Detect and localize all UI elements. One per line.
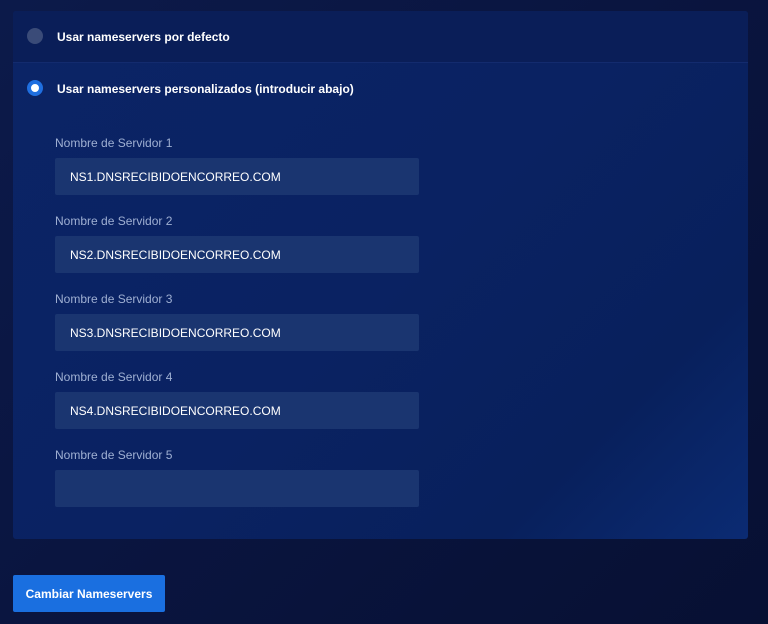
radio-custom-nameservers[interactable] [27, 80, 43, 96]
nameserver-panel: Usar nameservers por defecto Usar namese… [13, 11, 748, 539]
radio-default-nameservers[interactable] [27, 28, 43, 44]
nameserver-2-input[interactable] [55, 236, 419, 273]
option-custom-label: Usar nameservers personalizados (introdu… [57, 82, 354, 96]
nameserver-1-input[interactable] [55, 158, 419, 195]
option-default-label: Usar nameservers por defecto [57, 30, 230, 44]
nameserver-3-label: Nombre de Servidor 3 [55, 292, 173, 306]
nameserver-3-input[interactable] [55, 314, 419, 351]
nameserver-2-label: Nombre de Servidor 2 [55, 214, 173, 228]
nameserver-5-input[interactable] [55, 470, 419, 507]
nameserver-4-label: Nombre de Servidor 4 [55, 370, 173, 384]
option-default-nameservers[interactable]: Usar nameservers por defecto [13, 11, 748, 63]
option-custom-nameservers[interactable]: Usar nameservers personalizados (introdu… [13, 63, 748, 113]
nameserver-4-input[interactable] [55, 392, 419, 429]
change-nameservers-button[interactable]: Cambiar Nameservers [13, 575, 165, 612]
nameserver-5-label: Nombre de Servidor 5 [55, 448, 173, 462]
nameserver-1-label: Nombre de Servidor 1 [55, 136, 173, 150]
